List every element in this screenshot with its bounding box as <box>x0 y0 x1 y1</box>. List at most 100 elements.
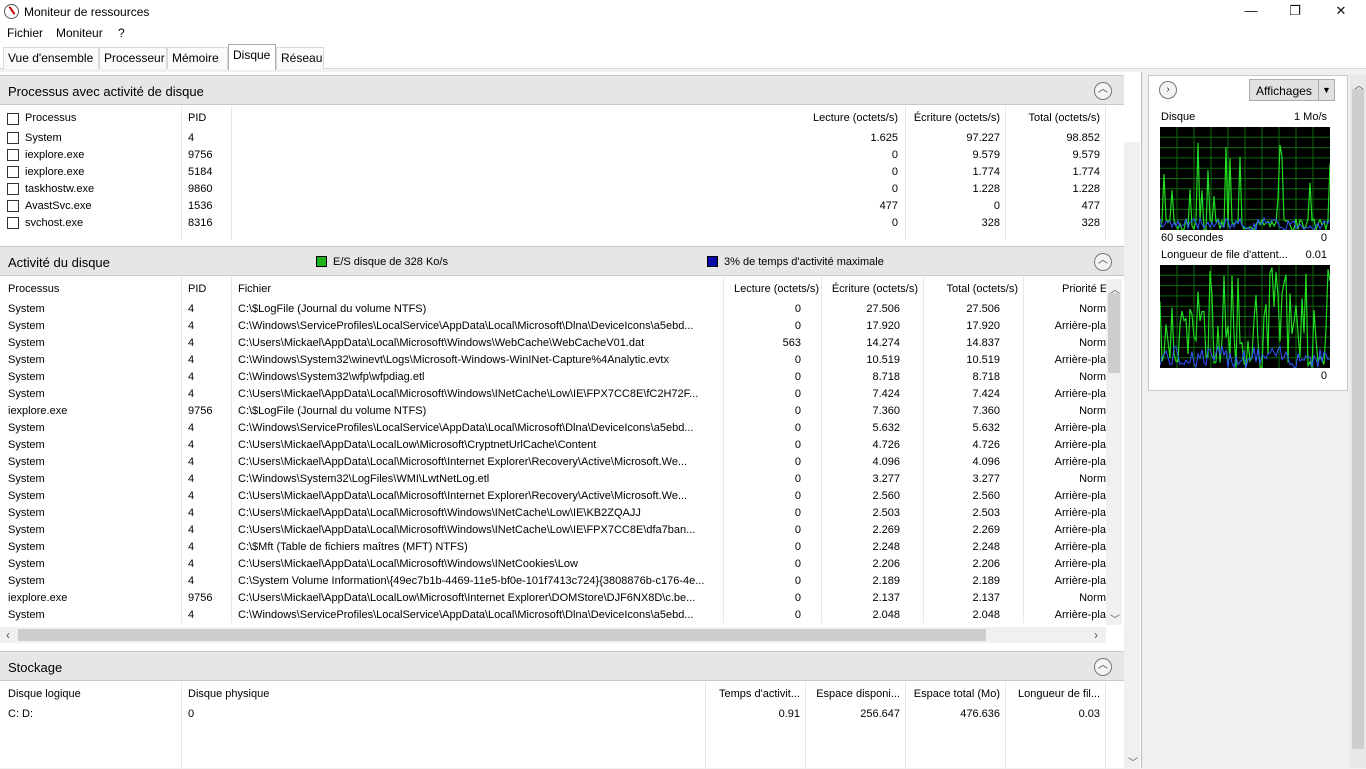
row-checkbox[interactable] <box>7 183 19 195</box>
row-checkbox[interactable] <box>7 166 19 178</box>
col-fichier[interactable]: Fichier <box>238 283 271 295</box>
queue-graph-min: 0 <box>1320 370 1327 382</box>
tab-reseau[interactable]: Réseau <box>276 47 324 69</box>
col-disque-physique[interactable]: Disque physique <box>188 688 269 700</box>
disk-activity-panel-header[interactable]: Activité du disque E/S disque de 328 Ko/… <box>0 246 1124 276</box>
table-row[interactable]: System 4 C:\Users\Mickael\AppData\Local\Mi… <box>0 386 1106 403</box>
disk-activity-column-headers: Processus PID Fichier Lecture (octets/s)… <box>0 279 1124 299</box>
col-longueur-file[interactable]: Longueur de fil... <box>1018 688 1100 700</box>
menu-fichier[interactable]: Fichier <box>7 26 43 40</box>
table-row[interactable]: System 4 C:\$Mft (Table de fichiers maître… <box>0 539 1106 556</box>
table-row[interactable]: System 4 C:\Windows\System32\winevt\Logs\M… <box>0 352 1106 369</box>
horizontal-scrollbar[interactable]: ‹ › <box>0 627 1106 643</box>
col-ecriture[interactable]: Écriture (octets/s) <box>914 112 1000 124</box>
scroll-down-arrow-icon[interactable]: ﹀ <box>1110 611 1120 626</box>
active-time-legend-text: 3% de temps d'activité maximale <box>724 256 884 268</box>
maximize-button[interactable]: ❐ <box>1272 0 1318 24</box>
tab-disque[interactable]: Disque <box>228 44 276 70</box>
table-row[interactable]: System 4 C:\Users\Mickael\AppData\LocalLow… <box>0 437 1106 454</box>
tab-memoire[interactable]: Mémoire <box>167 47 228 69</box>
row-checkbox[interactable] <box>7 217 19 229</box>
col-priorite[interactable]: Priorité E <box>1062 283 1106 295</box>
table-row[interactable]: System 4 C:\Users\Mickael\AppData\Local\Mi… <box>0 522 1106 539</box>
col-ecriture[interactable]: Écriture (octets/s) <box>832 283 918 295</box>
collapse-chevron-icon[interactable]: ︿ <box>1094 658 1112 676</box>
title-bar: Moniteur de ressources — ❐ ✕ <box>0 0 1366 24</box>
table-row[interactable]: System 4 C:\Windows\ServiceProfiles\LocalS… <box>0 420 1106 437</box>
table-row[interactable]: System 4 C:\Users\Mickael\AppData\Local\Mi… <box>0 488 1106 505</box>
processes-table: Processus PID Lecture (octets/s) Écritur… <box>0 106 1124 240</box>
side-scroll-thumb[interactable] <box>1352 89 1364 749</box>
vertical-scrollbar[interactable]: ︿ ﹀ <box>1106 279 1122 626</box>
horizontal-scroll-thumb[interactable] <box>18 629 986 641</box>
col-processus[interactable]: Processus <box>25 112 76 124</box>
active-time-legend-swatch <box>707 256 718 267</box>
col-pid[interactable]: PID <box>188 112 206 124</box>
col-disque-logique[interactable]: Disque logique <box>8 688 81 700</box>
collapse-chevron-icon[interactable]: ︿ <box>1094 82 1112 100</box>
col-espace-disponible[interactable]: Espace disponi... <box>816 688 900 700</box>
row-checkbox[interactable] <box>7 149 19 161</box>
table-row[interactable]: svchost.exe 8316 0 328 328 <box>0 215 1124 232</box>
vertical-scroll-thumb[interactable] <box>1108 293 1120 373</box>
tab-bar: Vue d'ensemble Processeur Mémoire Disque… <box>0 44 1366 70</box>
table-row[interactable]: System 4 C:\System Volume Information\{49e… <box>0 573 1106 590</box>
disk-activity-title: Activité du disque <box>8 255 110 270</box>
col-pid[interactable]: PID <box>188 283 206 295</box>
table-row[interactable]: System 4 C:\Windows\ServiceProfiles\LocalS… <box>0 318 1106 335</box>
storage-column-headers: Disque logique Disque physique Temps d'a… <box>0 684 1124 704</box>
table-row[interactable]: System 4 C:\Windows\System32\wfp\wfpdiag.e… <box>0 369 1106 386</box>
menu-bar: Fichier Moniteur ? <box>0 24 1366 44</box>
disk-graph-title: Disque <box>1161 111 1196 123</box>
table-row[interactable]: System 4 C:\Users\Mickael\AppData\Local\Mi… <box>0 335 1106 352</box>
scroll-down-arrow-icon[interactable]: ﹀ <box>1128 754 1138 769</box>
minimize-button[interactable]: — <box>1228 0 1274 24</box>
col-lecture[interactable]: Lecture (octets/s) <box>813 112 898 124</box>
expand-chevron-right-icon[interactable]: › <box>1159 81 1177 99</box>
scroll-right-arrow-icon[interactable]: › <box>1094 628 1098 642</box>
col-temps-activite[interactable]: Temps d'activit... <box>719 688 800 700</box>
table-row[interactable]: iexplore.exe 9756 0 9.579 9.579 <box>0 147 1124 164</box>
queue-graph-max: 0.01 <box>1305 249 1327 261</box>
table-row[interactable]: iexplore.exe 5184 0 1.774 1.774 <box>0 164 1124 181</box>
table-row[interactable]: iexplore.exe 9756 C:\Users\Mickael\AppData… <box>0 590 1106 607</box>
col-total[interactable]: Total (octets/s) <box>946 283 1018 295</box>
views-button[interactable]: Affichages ▼ <box>1249 79 1335 101</box>
storage-panel-header[interactable]: Stockage ︿ <box>0 651 1124 681</box>
menu-help[interactable]: ? <box>118 26 125 40</box>
col-total[interactable]: Total (octets/s) <box>1028 112 1100 124</box>
scroll-left-arrow-icon[interactable]: ‹ <box>6 628 10 642</box>
table-row[interactable]: iexplore.exe 9756 C:\$LogFile (Journal du … <box>0 403 1106 420</box>
col-espace-total[interactable]: Espace total (Mo) <box>914 688 1000 700</box>
table-row[interactable]: System 4 C:\$LogFile (Journal du volume NT… <box>0 301 1106 318</box>
tab-processeur[interactable]: Processeur <box>99 47 167 69</box>
menu-moniteur[interactable]: Moniteur <box>56 26 103 40</box>
table-row[interactable]: System 4 C:\Windows\System32\LogFiles\WMI\… <box>0 471 1106 488</box>
table-row[interactable]: System 4 C:\Users\Mickael\AppData\Local\Mi… <box>0 505 1106 522</box>
side-vertical-scrollbar[interactable]: ︿ <box>1350 75 1366 768</box>
disk-activity-table: Processus PID Fichier Lecture (octets/s)… <box>0 277 1124 649</box>
collapse-chevron-icon[interactable]: ︿ <box>1094 253 1112 271</box>
col-lecture[interactable]: Lecture (octets/s) <box>734 283 819 295</box>
dropdown-arrow-icon[interactable]: ▼ <box>1318 80 1334 100</box>
processes-panel-title: Processus avec activité de disque <box>8 84 204 99</box>
tab-vue-ensemble[interactable]: Vue d'ensemble <box>3 47 99 69</box>
table-row[interactable]: taskhostw.exe 9860 0 1.228 1.228 <box>0 181 1124 198</box>
row-checkbox[interactable] <box>7 132 19 144</box>
table-row[interactable]: System 4 C:\Windows\ServiceProfiles\LocalS… <box>0 607 1106 624</box>
select-all-checkbox[interactable] <box>7 113 19 125</box>
processes-column-headers: Processus PID Lecture (octets/s) Écritur… <box>0 108 1124 128</box>
main-panel-area: Processus avec activité de disque ︿ Proc… <box>0 72 1142 769</box>
processes-panel-header[interactable]: Processus avec activité de disque ︿ <box>0 75 1124 105</box>
disk-graph-max: 1 Mo/s <box>1293 111 1327 123</box>
table-row[interactable]: C: D: 0 0.91 256.647 476.636 0.03 <box>0 706 1124 723</box>
close-button[interactable]: ✕ <box>1318 0 1364 24</box>
main-vertical-scrollbar[interactable]: ﹀ <box>1124 142 1140 769</box>
table-row[interactable]: System 4 C:\Users\Mickael\AppData\Local\Mi… <box>0 454 1106 471</box>
col-processus[interactable]: Processus <box>8 283 59 295</box>
table-row[interactable]: System 4 C:\Users\Mickael\AppData\Local\Mi… <box>0 556 1106 573</box>
table-row[interactable]: AvastSvc.exe 1536 477 0 477 <box>0 198 1124 215</box>
storage-table: Disque logique Disque physique Temps d'a… <box>0 142 1140 769</box>
row-checkbox[interactable] <box>7 200 19 212</box>
table-row[interactable]: System 4 1.625 97.227 98.852 <box>0 130 1124 147</box>
